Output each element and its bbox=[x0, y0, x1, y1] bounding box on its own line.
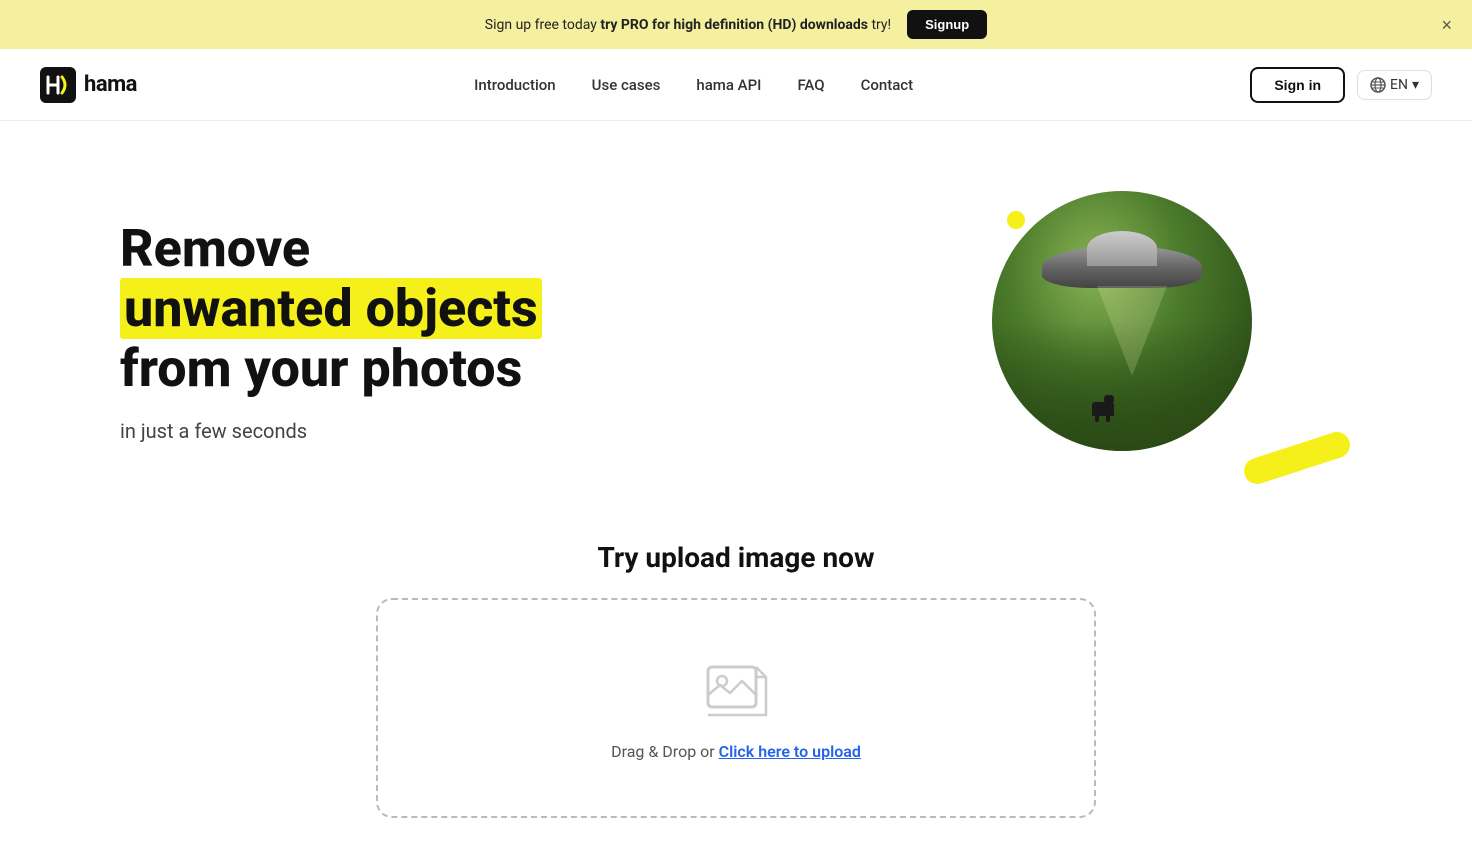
hama-logo-icon bbox=[40, 67, 76, 103]
globe-icon bbox=[1370, 77, 1386, 93]
nav-item-use-cases[interactable]: Use cases bbox=[592, 75, 661, 94]
hero-subtitle: in just a few seconds bbox=[120, 419, 542, 443]
close-banner-button[interactable]: × bbox=[1441, 16, 1452, 34]
sign-in-button[interactable]: Sign in bbox=[1250, 67, 1345, 103]
language-selector[interactable]: EN ▾ bbox=[1357, 70, 1432, 100]
nav-item-contact[interactable]: Contact bbox=[861, 75, 914, 94]
deco-circle-tiny bbox=[1007, 211, 1025, 229]
nav-item-introduction[interactable]: Introduction bbox=[474, 75, 556, 94]
main-scene-circle bbox=[992, 191, 1252, 451]
navbar: hama Introduction Use cases hama API FAQ… bbox=[0, 49, 1472, 121]
try-upload-title: Try upload image now bbox=[120, 541, 1352, 574]
image-upload-icon bbox=[704, 659, 768, 723]
lang-code: EN bbox=[1390, 77, 1408, 93]
nav-item-hama-api[interactable]: hama API bbox=[696, 75, 761, 94]
upload-icon-wrap bbox=[701, 656, 771, 726]
try-upload-section: Try upload image now Drag & Drop or Clic… bbox=[0, 521, 1472, 858]
logo-label: hama bbox=[84, 72, 137, 97]
nav-item-faq[interactable]: FAQ bbox=[797, 75, 824, 94]
upload-dropzone[interactable]: Drag & Drop or Click here to upload bbox=[376, 598, 1096, 818]
banner-text: Sign up free today try PRO for high defi… bbox=[485, 17, 891, 33]
nav-links: Introduction Use cases hama API FAQ Cont… bbox=[474, 75, 913, 94]
deco-yellow-bar bbox=[1241, 429, 1354, 488]
hero-section: Remove unwanted objects from your photos… bbox=[0, 121, 1472, 521]
logo[interactable]: hama bbox=[40, 67, 137, 103]
promo-banner: Sign up free today try PRO for high defi… bbox=[0, 0, 1472, 49]
click-upload-link[interactable]: Click here to upload bbox=[719, 742, 861, 761]
upload-instructions: Drag & Drop or Click here to upload bbox=[611, 742, 861, 761]
hero-text: Remove unwanted objects from your photos… bbox=[120, 219, 542, 442]
hero-title: Remove unwanted objects from your photos bbox=[120, 219, 542, 398]
hero-illustration bbox=[932, 181, 1352, 481]
signup-button[interactable]: Signup bbox=[907, 10, 987, 39]
nav-actions: Sign in EN ▾ bbox=[1250, 67, 1432, 103]
chevron-down-icon: ▾ bbox=[1412, 77, 1419, 93]
